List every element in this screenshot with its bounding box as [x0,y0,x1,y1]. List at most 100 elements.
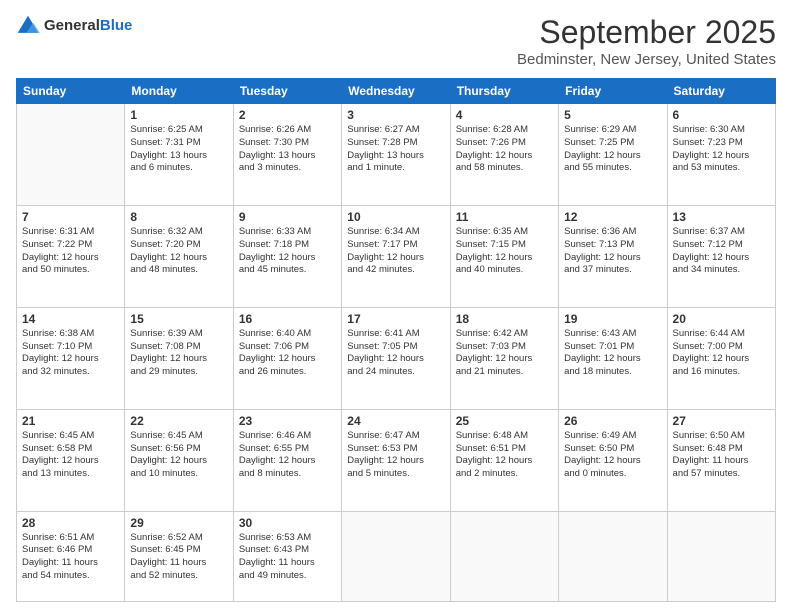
day-info: Sunrise: 6:45 AM Sunset: 6:56 PM Dayligh… [130,430,227,481]
calendar-cell: 15 Sunrise: 6:39 AM Sunset: 7:08 PM Dayli… [125,307,233,409]
day-info: Sunrise: 6:37 AM Sunset: 7:12 PM Dayligh… [673,226,770,277]
day-info: Sunrise: 6:41 AM Sunset: 7:05 PM Dayligh… [347,328,444,379]
day-info: Sunrise: 6:46 AM Sunset: 6:55 PM Dayligh… [239,430,336,481]
day-number: 18 [456,312,553,326]
day-number: 10 [347,210,444,224]
day-info: Sunrise: 6:26 AM Sunset: 7:30 PM Dayligh… [239,124,336,175]
calendar-cell: 24Sunrise: 6:47 AM Sunset: 6:53 PM Dayli… [342,409,450,511]
week-row-3: 21 Sunrise: 6:45 AM Sunset: 6:58 PM Dayli… [17,409,776,511]
calendar-cell: 21 Sunrise: 6:45 AM Sunset: 6:58 PM Dayli… [17,409,125,511]
calendar-cell: 10Sunrise: 6:34 AM Sunset: 7:17 PM Dayli… [342,205,450,307]
header: GeneralBlue September 2025 Bedminster, N… [16,14,776,68]
week-row-4: 28 Sunrise: 6:51 AM Sunset: 6:46 PM Dayli… [17,511,776,601]
day-info: Sunrise: 6:39 AM Sunset: 7:08 PM Dayligh… [130,328,227,379]
day-number: 2 [239,108,336,122]
day-info: Sunrise: 6:51 AM Sunset: 6:46 PM Dayligh… [22,532,119,583]
day-info: Sunrise: 6:27 AM Sunset: 7:28 PM Dayligh… [347,124,444,175]
day-number: 25 [456,414,553,428]
day-info: Sunrise: 6:50 AM Sunset: 6:48 PM Dayligh… [673,430,770,481]
column-header-sunday: Sunday [17,79,125,104]
day-number: 19 [564,312,661,326]
page: GeneralBlue September 2025 Bedminster, N… [0,0,792,612]
calendar-cell: 3 Sunrise: 6:27 AM Sunset: 7:28 PM Daylig… [342,104,450,206]
logo-icon [16,14,40,38]
month-title: September 2025 [517,14,776,51]
calendar-cell: 2 Sunrise: 6:26 AM Sunset: 7:30 PM Daylig… [233,104,341,206]
day-info: Sunrise: 6:48 AM Sunset: 6:51 PM Dayligh… [456,430,553,481]
week-row-2: 14 Sunrise: 6:38 AM Sunset: 7:10 PM Dayli… [17,307,776,409]
day-info: Sunrise: 6:45 AM Sunset: 6:58 PM Dayligh… [22,430,119,481]
logo-general: General [44,17,100,34]
calendar-cell [559,511,667,601]
column-header-saturday: Saturday [667,79,775,104]
day-number: 7 [22,210,119,224]
day-info: Sunrise: 6:44 AM Sunset: 7:00 PM Dayligh… [673,328,770,379]
day-info: Sunrise: 6:33 AM Sunset: 7:18 PM Dayligh… [239,226,336,277]
day-number: 11 [456,210,553,224]
calendar-cell: 12Sunrise: 6:36 AM Sunset: 7:13 PM Dayli… [559,205,667,307]
calendar-table: SundayMondayTuesdayWednesdayThursdayFrid… [16,78,776,602]
column-header-friday: Friday [559,79,667,104]
day-info: Sunrise: 6:42 AM Sunset: 7:03 PM Dayligh… [456,328,553,379]
title-block: September 2025 Bedminster, New Jersey, U… [517,14,776,68]
day-number: 26 [564,414,661,428]
day-number: 13 [673,210,770,224]
day-info: Sunrise: 6:25 AM Sunset: 7:31 PM Dayligh… [130,124,227,175]
calendar-cell: 13 Sunrise: 6:37 AM Sunset: 7:12 PM Dayli… [667,205,775,307]
day-number: 15 [130,312,227,326]
calendar-cell: 22Sunrise: 6:45 AM Sunset: 6:56 PM Dayli… [125,409,233,511]
day-info: Sunrise: 6:36 AM Sunset: 7:13 PM Dayligh… [564,226,661,277]
calendar-cell: 28 Sunrise: 6:51 AM Sunset: 6:46 PM Dayli… [17,511,125,601]
day-number: 23 [239,414,336,428]
calendar-cell: 26 Sunrise: 6:49 AM Sunset: 6:50 PM Dayli… [559,409,667,511]
day-number: 29 [130,516,227,530]
calendar-cell: 8 Sunrise: 6:32 AM Sunset: 7:20 PM Daylig… [125,205,233,307]
day-number: 9 [239,210,336,224]
calendar-cell: 20 Sunrise: 6:44 AM Sunset: 7:00 PM Dayli… [667,307,775,409]
day-info: Sunrise: 6:28 AM Sunset: 7:26 PM Dayligh… [456,124,553,175]
logo-blue: Blue [100,17,133,34]
calendar-cell: 14 Sunrise: 6:38 AM Sunset: 7:10 PM Dayli… [17,307,125,409]
column-header-thursday: Thursday [450,79,558,104]
day-number: 16 [239,312,336,326]
calendar-cell: 6Sunrise: 6:30 AM Sunset: 7:23 PM Daylig… [667,104,775,206]
day-number: 8 [130,210,227,224]
day-number: 1 [130,108,227,122]
day-number: 30 [239,516,336,530]
calendar-cell: 16 Sunrise: 6:40 AM Sunset: 7:06 PM Dayli… [233,307,341,409]
day-info: Sunrise: 6:40 AM Sunset: 7:06 PM Dayligh… [239,328,336,379]
calendar-cell [450,511,558,601]
calendar-cell: 17Sunrise: 6:41 AM Sunset: 7:05 PM Dayli… [342,307,450,409]
calendar-cell: 4 Sunrise: 6:28 AM Sunset: 7:26 PM Daylig… [450,104,558,206]
calendar-cell: 11Sunrise: 6:35 AM Sunset: 7:15 PM Dayli… [450,205,558,307]
calendar-cell [342,511,450,601]
logo: GeneralBlue [16,14,132,38]
calendar-cell: 25 Sunrise: 6:48 AM Sunset: 6:51 PM Dayli… [450,409,558,511]
calendar-cell: 18 Sunrise: 6:42 AM Sunset: 7:03 PM Dayli… [450,307,558,409]
day-number: 28 [22,516,119,530]
calendar-cell: 23 Sunrise: 6:46 AM Sunset: 6:55 PM Dayli… [233,409,341,511]
day-number: 20 [673,312,770,326]
day-info: Sunrise: 6:49 AM Sunset: 6:50 PM Dayligh… [564,430,661,481]
day-info: Sunrise: 6:32 AM Sunset: 7:20 PM Dayligh… [130,226,227,277]
day-info: Sunrise: 6:30 AM Sunset: 7:23 PM Dayligh… [673,124,770,175]
day-info: Sunrise: 6:53 AM Sunset: 6:43 PM Dayligh… [239,532,336,583]
week-row-0: 1 Sunrise: 6:25 AM Sunset: 7:31 PM Daylig… [17,104,776,206]
day-number: 3 [347,108,444,122]
column-header-monday: Monday [125,79,233,104]
day-number: 27 [673,414,770,428]
day-number: 24 [347,414,444,428]
week-row-1: 7Sunrise: 6:31 AM Sunset: 7:22 PM Daylig… [17,205,776,307]
day-number: 14 [22,312,119,326]
day-number: 21 [22,414,119,428]
calendar-cell: 19Sunrise: 6:43 AM Sunset: 7:01 PM Dayli… [559,307,667,409]
calendar-cell [17,104,125,206]
column-header-tuesday: Tuesday [233,79,341,104]
day-number: 5 [564,108,661,122]
calendar-cell: 27 Sunrise: 6:50 AM Sunset: 6:48 PM Dayli… [667,409,775,511]
location-title: Bedminster, New Jersey, United States [517,51,776,68]
calendar-cell: 9 Sunrise: 6:33 AM Sunset: 7:18 PM Daylig… [233,205,341,307]
day-number: 4 [456,108,553,122]
calendar-cell: 7Sunrise: 6:31 AM Sunset: 7:22 PM Daylig… [17,205,125,307]
day-info: Sunrise: 6:38 AM Sunset: 7:10 PM Dayligh… [22,328,119,379]
